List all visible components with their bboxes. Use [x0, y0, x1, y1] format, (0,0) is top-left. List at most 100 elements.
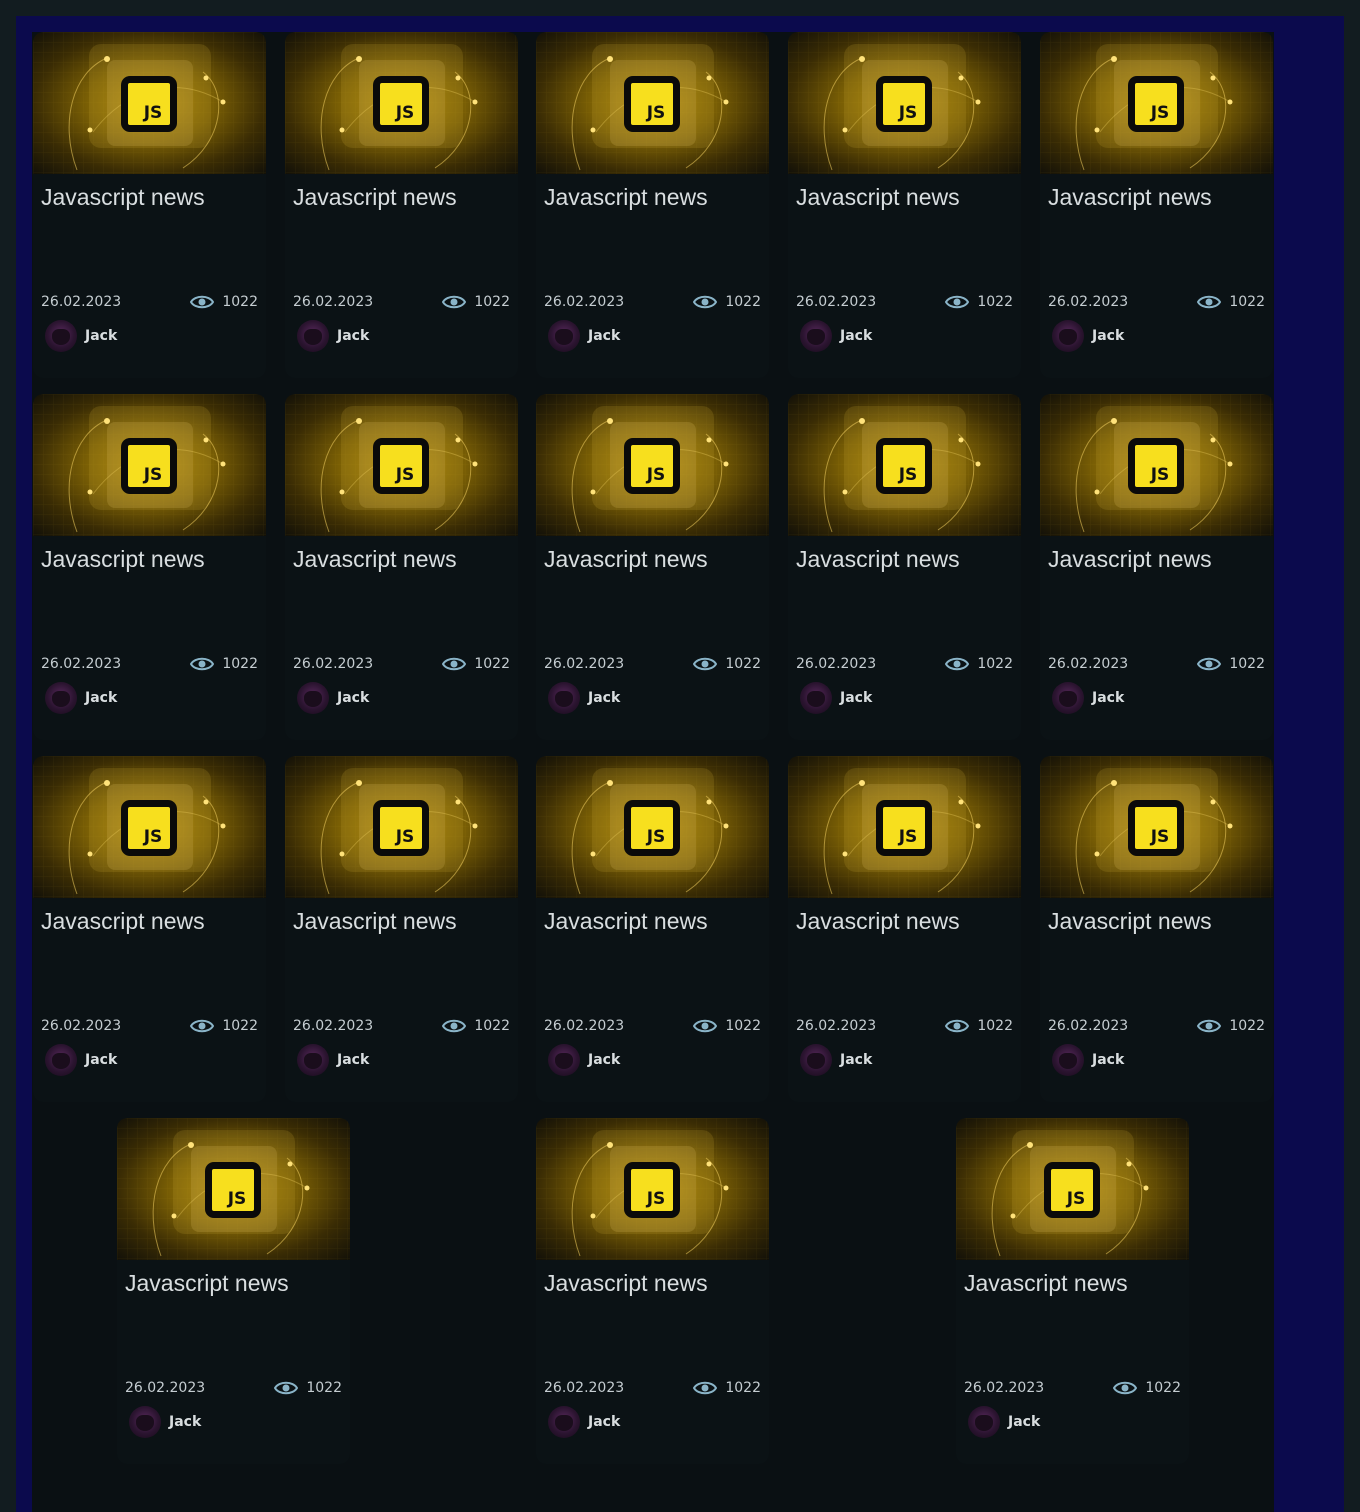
news-card-18[interactable]: JS Javascript news 26.02.2023 1022 Jack — [956, 1118, 1189, 1464]
author-name: Jack — [1092, 1052, 1125, 1068]
news-card-4[interactable]: JS Javascript news 26.02.2023 1022 Jack — [788, 32, 1021, 378]
card-title[interactable]: Javascript news — [125, 1270, 289, 1297]
eye-icon — [1197, 657, 1222, 671]
author[interactable]: Jack — [1052, 320, 1124, 352]
author[interactable]: Jack — [800, 682, 872, 714]
news-card-7[interactable]: JS Javascript news 26.02.2023 1022 Jack — [285, 394, 518, 740]
news-card-8[interactable]: JS Javascript news 26.02.2023 1022 Jack — [536, 394, 769, 740]
author-name: Jack — [1008, 1414, 1041, 1430]
news-card-9[interactable]: JS Javascript news 26.02.2023 1022 Jack — [788, 394, 1021, 740]
publish-date: 26.02.2023 — [41, 656, 122, 672]
card-title[interactable]: Javascript news — [964, 1270, 1128, 1297]
card-thumbnail[interactable]: JS — [536, 756, 769, 898]
card-thumbnail[interactable]: JS — [536, 394, 769, 536]
card-thumbnail[interactable]: JS — [536, 1118, 769, 1260]
avatar — [45, 1044, 77, 1076]
view-count-value: 1022 — [222, 1018, 258, 1034]
card-title[interactable]: Javascript news — [293, 908, 457, 935]
author[interactable]: Jack — [548, 1406, 620, 1438]
card-title[interactable]: Javascript news — [796, 184, 960, 211]
eye-icon — [190, 657, 215, 671]
card-thumbnail[interactable]: JS — [1040, 756, 1273, 898]
card-thumbnail[interactable]: JS — [33, 756, 266, 898]
author[interactable]: Jack — [45, 682, 117, 714]
card-title[interactable]: Javascript news — [544, 184, 708, 211]
eye-icon — [693, 1381, 718, 1395]
news-card-1[interactable]: JS Javascript news 26.02.2023 1022 Jack — [33, 32, 266, 378]
news-card-17[interactable]: JS Javascript news 26.02.2023 1022 Jack — [536, 1118, 769, 1464]
javascript-logo-icon: JS — [285, 756, 518, 898]
news-card-13[interactable]: JS Javascript news 26.02.2023 1022 Jack — [536, 756, 769, 1102]
author[interactable]: Jack — [800, 1044, 872, 1076]
svg-text:JS: JS — [1150, 827, 1170, 847]
card-thumbnail[interactable]: JS — [1040, 394, 1273, 536]
news-card-16[interactable]: JS Javascript news 26.02.2023 1022 Jack — [117, 1118, 350, 1464]
eye-icon — [442, 657, 467, 671]
card-title[interactable]: Javascript news — [41, 908, 205, 935]
card-thumbnail[interactable]: JS — [117, 1118, 350, 1260]
card-thumbnail[interactable]: JS — [956, 1118, 1189, 1260]
card-title[interactable]: Javascript news — [1048, 546, 1212, 573]
news-card-2[interactable]: JS Javascript news 26.02.2023 1022 Jack — [285, 32, 518, 378]
card-thumbnail[interactable]: JS — [788, 32, 1021, 174]
author[interactable]: Jack — [548, 320, 620, 352]
view-count: 1022 — [693, 656, 761, 672]
news-card-12[interactable]: JS Javascript news 26.02.2023 1022 Jack — [285, 756, 518, 1102]
author[interactable]: Jack — [297, 320, 369, 352]
card-title[interactable]: Javascript news — [293, 546, 457, 573]
svg-text:JS: JS — [646, 103, 666, 123]
card-title[interactable]: Javascript news — [41, 184, 205, 211]
news-card-5[interactable]: JS Javascript news 26.02.2023 1022 Jack — [1040, 32, 1273, 378]
card-thumbnail[interactable]: JS — [33, 32, 266, 174]
author-name: Jack — [588, 1414, 621, 1430]
publish-date: 26.02.2023 — [125, 1380, 206, 1396]
author[interactable]: Jack — [129, 1406, 201, 1438]
view-count: 1022 — [190, 656, 258, 672]
card-thumbnail[interactable]: JS — [285, 756, 518, 898]
author[interactable]: Jack — [548, 1044, 620, 1076]
view-count: 1022 — [1113, 1380, 1181, 1396]
publish-date: 26.02.2023 — [1048, 294, 1129, 310]
author[interactable]: Jack — [968, 1406, 1040, 1438]
card-thumbnail[interactable]: JS — [285, 32, 518, 174]
news-card-11[interactable]: JS Javascript news 26.02.2023 1022 Jack — [33, 756, 266, 1102]
card-title[interactable]: Javascript news — [1048, 908, 1212, 935]
author[interactable]: Jack — [1052, 1044, 1124, 1076]
news-card-3[interactable]: JS Javascript news 26.02.2023 1022 Jack — [536, 32, 769, 378]
card-thumbnail[interactable]: JS — [33, 394, 266, 536]
card-title[interactable]: Javascript news — [544, 1270, 708, 1297]
javascript-logo-icon: JS — [285, 32, 518, 174]
author[interactable]: Jack — [548, 682, 620, 714]
author[interactable]: Jack — [45, 320, 117, 352]
card-title[interactable]: Javascript news — [1048, 184, 1212, 211]
card-title[interactable]: Javascript news — [796, 908, 960, 935]
author-name: Jack — [85, 690, 118, 706]
card-thumbnail[interactable]: JS — [285, 394, 518, 536]
author[interactable]: Jack — [1052, 682, 1124, 714]
author[interactable]: Jack — [297, 1044, 369, 1076]
javascript-logo-icon: JS — [536, 1118, 769, 1260]
author-name: Jack — [1092, 328, 1125, 344]
news-card-10[interactable]: JS Javascript news 26.02.2023 1022 Jack — [1040, 394, 1273, 740]
news-card-15[interactable]: JS Javascript news 26.02.2023 1022 Jack — [1040, 756, 1273, 1102]
avatar — [800, 1044, 832, 1076]
author[interactable]: Jack — [297, 682, 369, 714]
card-title[interactable]: Javascript news — [796, 546, 960, 573]
news-card-6[interactable]: JS Javascript news 26.02.2023 1022 Jack — [33, 394, 266, 740]
card-title[interactable]: Javascript news — [293, 184, 457, 211]
card-thumbnail[interactable]: JS — [788, 756, 1021, 898]
publish-date: 26.02.2023 — [544, 656, 625, 672]
card-thumbnail[interactable]: JS — [788, 394, 1021, 536]
author[interactable]: Jack — [45, 1044, 117, 1076]
card-title[interactable]: Javascript news — [544, 908, 708, 935]
card-title[interactable]: Javascript news — [41, 546, 205, 573]
author-name: Jack — [588, 690, 621, 706]
card-thumbnail[interactable]: JS — [536, 32, 769, 174]
news-card-14[interactable]: JS Javascript news 26.02.2023 1022 Jack — [788, 756, 1021, 1102]
card-title[interactable]: Javascript news — [544, 546, 708, 573]
view-count-value: 1022 — [1229, 1018, 1265, 1034]
card-thumbnail[interactable]: JS — [1040, 32, 1273, 174]
eye-icon — [442, 295, 467, 309]
javascript-logo-icon: JS — [33, 394, 266, 536]
author[interactable]: Jack — [800, 320, 872, 352]
